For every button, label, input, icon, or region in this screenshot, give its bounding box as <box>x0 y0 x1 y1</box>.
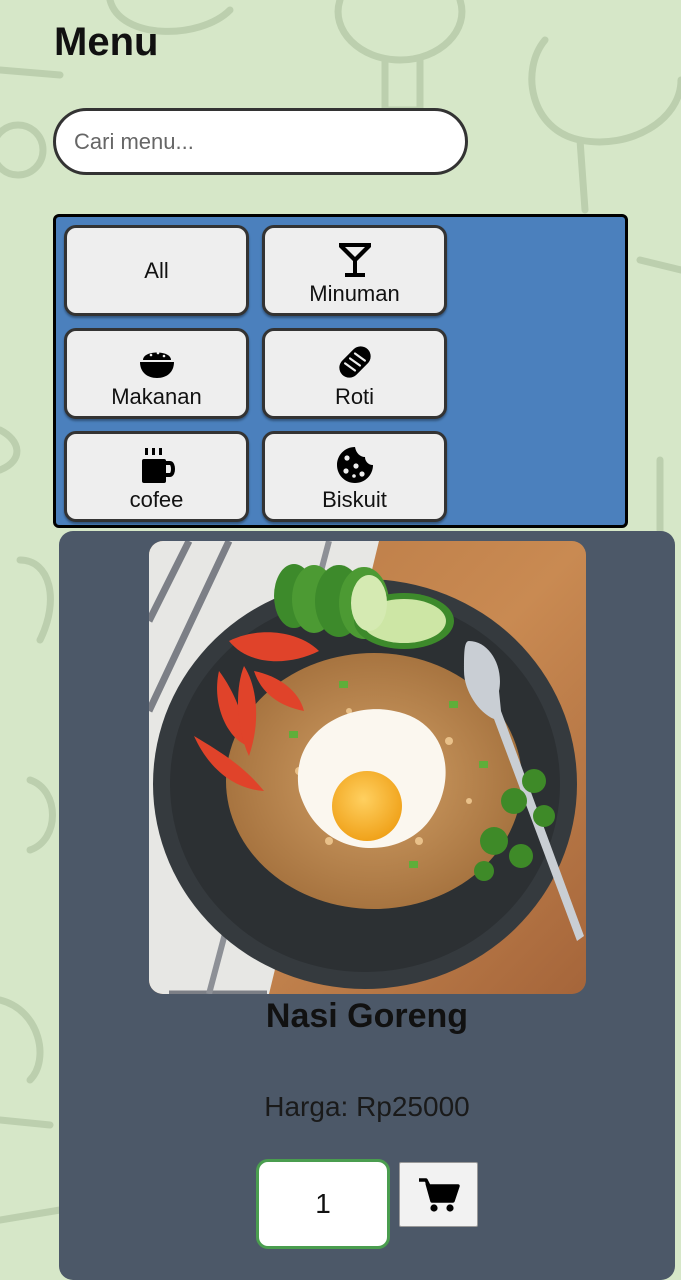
category-minuman-button[interactable]: Minuman <box>262 225 447 316</box>
search-input[interactable] <box>53 108 468 175</box>
cookie-icon <box>336 447 373 483</box>
category-label: Roti <box>334 384 375 409</box>
rice-bowl-icon <box>139 351 174 378</box>
category-label: cofee <box>129 487 184 512</box>
category-all-button[interactable]: All <box>64 225 249 316</box>
category-label: Minuman <box>309 281 400 306</box>
cocktail-icon <box>338 243 371 277</box>
category-label: Biskuit <box>322 487 387 512</box>
nasi-goreng-photo <box>149 541 586 994</box>
category-label: Makanan <box>111 384 202 409</box>
menu-item-price: Harga: Rp25000 <box>264 1091 470 1122</box>
category-cofee-button[interactable]: cofee <box>64 431 249 522</box>
category-panel: All Minuman Makanan Roti cofee Biskuit <box>53 214 628 528</box>
category-biskuit-button[interactable]: Biskuit <box>262 431 447 522</box>
category-roti-button[interactable]: Roti <box>262 328 447 419</box>
page-title: Menu <box>54 20 159 64</box>
category-label: All <box>144 257 169 283</box>
menu-item-card: Nasi Goreng Harga: Rp25000 <box>59 531 675 1280</box>
category-makanan-button[interactable]: Makanan <box>64 328 249 419</box>
coffee-mug-icon <box>141 448 175 483</box>
add-to-cart-button[interactable] <box>399 1162 478 1227</box>
menu-item-name: Nasi Goreng <box>265 997 469 1035</box>
cart-icon <box>418 1177 460 1212</box>
quantity-input[interactable] <box>256 1159 390 1249</box>
bread-icon <box>338 346 371 378</box>
